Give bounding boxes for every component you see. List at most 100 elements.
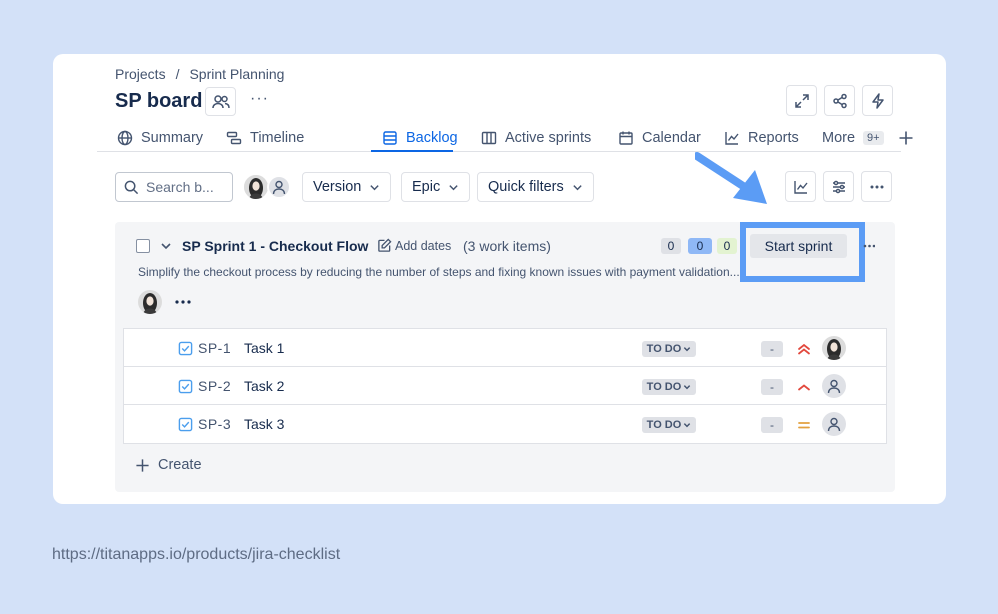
tab-timeline[interactable]: Timeline — [226, 128, 304, 148]
tab-reports-label: Reports — [748, 130, 799, 146]
quick-filters[interactable]: Quick filters — [477, 172, 594, 202]
status-dropdown[interactable]: TO DO — [642, 379, 696, 395]
sprint-checkbox[interactable] — [136, 239, 150, 253]
assignee-avatar[interactable] — [822, 336, 846, 360]
work-item-count: (3 work items) — [463, 238, 551, 254]
sprint-name: SP Sprint 1 - Checkout Flow — [182, 238, 369, 254]
breadcrumb-projects[interactable]: Projects — [115, 66, 166, 82]
globe-icon — [117, 130, 133, 146]
calendar-icon — [619, 131, 633, 145]
fullscreen-button[interactable] — [786, 85, 817, 116]
status-label: TO DO — [646, 343, 682, 355]
status-label: TO DO — [646, 419, 682, 431]
tab-more-badge: 9+ — [863, 131, 884, 145]
plus-icon — [136, 458, 149, 472]
issue-summary[interactable]: Task 3 — [244, 416, 284, 432]
columns-icon — [481, 131, 497, 145]
tab-reports[interactable]: Reports — [724, 128, 799, 148]
priority-highest-icon[interactable] — [796, 341, 812, 357]
tab-active-sprints-label: Active sprints — [505, 130, 592, 146]
estimate-badge[interactable]: - — [761, 379, 783, 395]
board-card: Projects / Sprint Planning SP board ··· — [53, 54, 946, 504]
issue-key[interactable]: SP-3 — [198, 416, 231, 432]
person-icon — [827, 379, 841, 394]
plus-icon[interactable] — [898, 130, 914, 146]
search-icon — [124, 180, 139, 194]
tab-summary[interactable]: Summary — [117, 128, 203, 148]
sprint-container: SP Sprint 1 - Checkout Flow Add dates (3… — [115, 222, 895, 492]
breadcrumb-current[interactable]: Sprint Planning — [189, 66, 284, 82]
quick-filters-label: Quick filters — [488, 179, 564, 195]
people-button[interactable] — [205, 87, 236, 116]
insights-button[interactable] — [785, 171, 816, 202]
issue-key[interactable]: SP-1 — [198, 340, 231, 356]
unassigned-avatar[interactable] — [822, 412, 846, 436]
estimate-badge[interactable]: - — [761, 417, 783, 433]
tab-more[interactable]: More 9+ — [822, 128, 914, 148]
user-photo-icon — [244, 175, 268, 199]
share-button[interactable] — [824, 85, 855, 116]
epic-filter-label: Epic — [412, 179, 441, 195]
search-placeholder: Search b... — [146, 179, 214, 195]
user-photo-icon — [138, 290, 162, 314]
sprint-owner-avatar[interactable] — [138, 290, 162, 314]
avatar[interactable] — [244, 175, 268, 199]
breadcrumb-separator: / — [175, 66, 180, 82]
board-more-button[interactable]: ··· — [250, 90, 269, 108]
more-horizontal-icon — [870, 185, 883, 188]
table-row[interactable]: SP-3 Task 3 TO DO - — [124, 405, 886, 443]
chevron-down-icon — [449, 184, 458, 190]
reports-icon — [725, 132, 739, 145]
unassigned-avatar[interactable] — [822, 374, 846, 398]
tab-active-sprints[interactable]: Active sprints — [481, 128, 591, 148]
chevron-down-icon — [573, 184, 582, 190]
create-button[interactable]: Create — [135, 457, 202, 473]
task-checkbox-icon — [178, 417, 193, 432]
epic-filter[interactable]: Epic — [401, 172, 471, 202]
create-label: Create — [158, 457, 202, 473]
expand-icon — [794, 93, 809, 108]
chevron-down-icon[interactable] — [160, 240, 172, 252]
table-row[interactable]: SP-1 Task 1 TO DO - — [124, 329, 886, 367]
status-dropdown[interactable]: TO DO — [642, 341, 696, 357]
table-row[interactable]: SP-2 Task 2 TO DO - — [124, 367, 886, 405]
tab-backlog-label: Backlog — [406, 130, 458, 146]
add-dates-label: Add dates — [395, 238, 452, 253]
automation-button[interactable] — [862, 85, 893, 116]
issue-summary[interactable]: Task 1 — [244, 340, 284, 356]
settings-sliders-icon — [832, 180, 845, 193]
priority-medium-icon[interactable] — [796, 417, 812, 433]
pointer-arrow — [693, 152, 775, 217]
version-filter[interactable]: Version — [302, 172, 392, 202]
page-title: SP board — [115, 90, 203, 112]
issue-summary[interactable]: Task 2 — [244, 378, 284, 394]
people-icon — [211, 94, 230, 108]
share-icon — [832, 93, 847, 108]
tab-calendar[interactable]: Calendar — [618, 128, 701, 148]
breadcrumb: Projects / Sprint Planning — [115, 66, 284, 82]
issue-list: SP-1 Task 1 TO DO - SP-2 Task 2 TO DO - … — [123, 328, 887, 444]
estimate-badge[interactable]: - — [761, 341, 783, 357]
tab-calendar-label: Calendar — [642, 130, 701, 146]
more-actions-button[interactable] — [861, 171, 892, 202]
lightning-icon — [871, 92, 884, 109]
view-settings-button[interactable] — [823, 171, 854, 202]
add-dates-button[interactable]: Add dates — [377, 238, 451, 253]
arrow-icon — [693, 152, 767, 204]
chevron-down-icon — [684, 347, 691, 352]
unassigned-avatar[interactable] — [267, 175, 291, 199]
issue-key[interactable]: SP-2 — [198, 378, 231, 394]
sprint-owner-more-icon[interactable] — [174, 298, 192, 306]
chevron-down-icon — [370, 184, 380, 190]
tab-backlog[interactable]: Backlog — [382, 128, 458, 148]
search-input[interactable]: Search b... — [115, 172, 233, 202]
status-label: TO DO — [646, 381, 682, 393]
sprint-more-icon[interactable] — [863, 240, 875, 252]
todo-count-badge: 0 — [661, 238, 681, 254]
status-dropdown[interactable]: TO DO — [642, 417, 696, 433]
tab-active-underline — [371, 150, 453, 152]
task-checkbox-icon — [178, 341, 193, 356]
tab-bar: Summary Timeline Backlog Active sprints … — [97, 124, 913, 152]
chevron-down-icon — [684, 385, 691, 390]
priority-high-icon[interactable] — [796, 379, 812, 395]
